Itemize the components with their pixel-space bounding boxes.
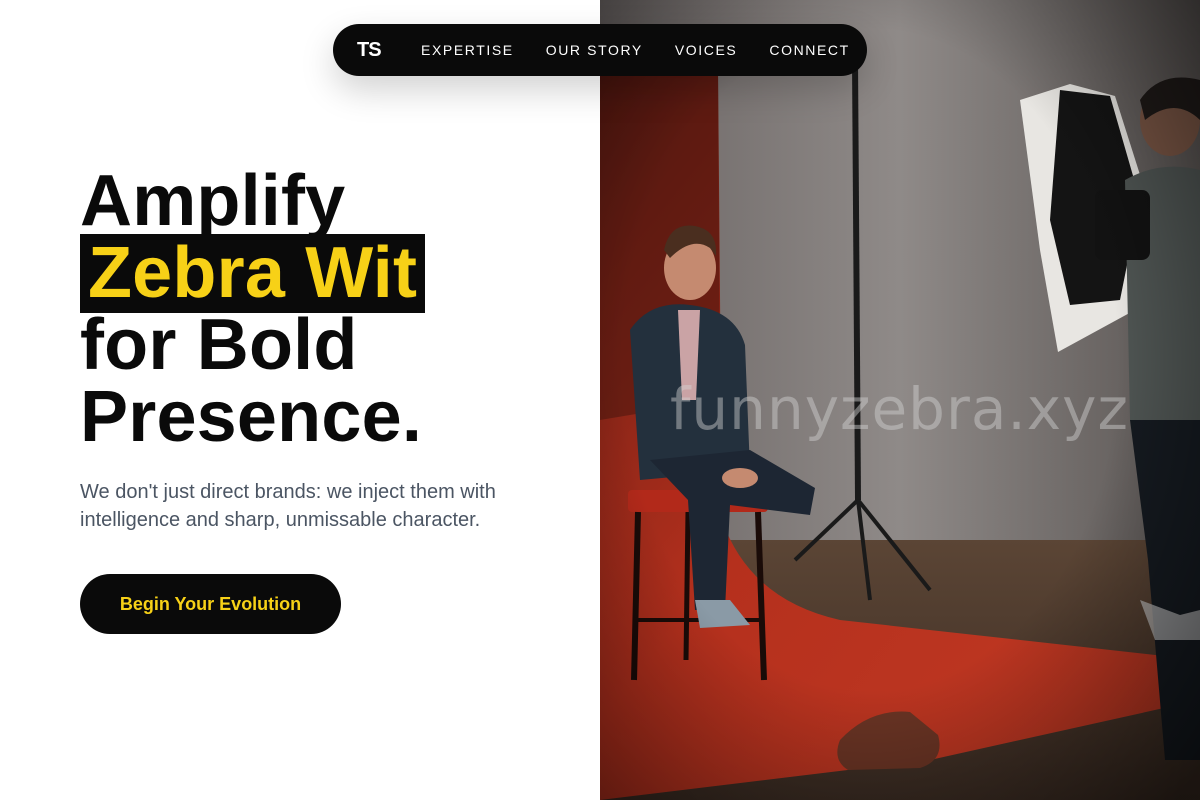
landing-page: Amplify Zebra Wit for Bold Presence. We … xyxy=(0,0,1200,800)
nav-links: EXPERTISE OUR STORY VOICES CONNECT xyxy=(421,24,850,76)
hero-subtext: We don't just direct brands: we inject t… xyxy=(80,481,496,531)
hero-section: Amplify Zebra Wit for Bold Presence. We … xyxy=(0,0,600,800)
headline-line-1: Amplify xyxy=(80,161,346,241)
nav-link-connect[interactable]: CONNECT xyxy=(769,42,849,58)
watermark-text: funnyzebra.xyz xyxy=(670,375,1129,443)
headline-line-4: Presence. xyxy=(80,377,423,457)
headline-highlight: Zebra Wit xyxy=(80,234,426,313)
nav-link-our-story[interactable]: OUR STORY xyxy=(546,42,643,58)
headline-line-3: for Bold xyxy=(80,305,358,385)
nav-link-expertise[interactable]: EXPERTISE xyxy=(421,42,514,58)
hero-headline: Amplify Zebra Wit for Bold Presence. xyxy=(80,161,426,457)
headline-line-2: Zebra Wit xyxy=(80,234,426,313)
begin-evolution-button[interactable]: Begin Your Evolution xyxy=(80,574,341,634)
top-nav: TS EXPERTISE OUR STORY VOICES CONNECT xyxy=(333,24,867,76)
nav-link-voices[interactable]: VOICES xyxy=(675,42,738,58)
logo[interactable]: TS xyxy=(357,24,382,76)
